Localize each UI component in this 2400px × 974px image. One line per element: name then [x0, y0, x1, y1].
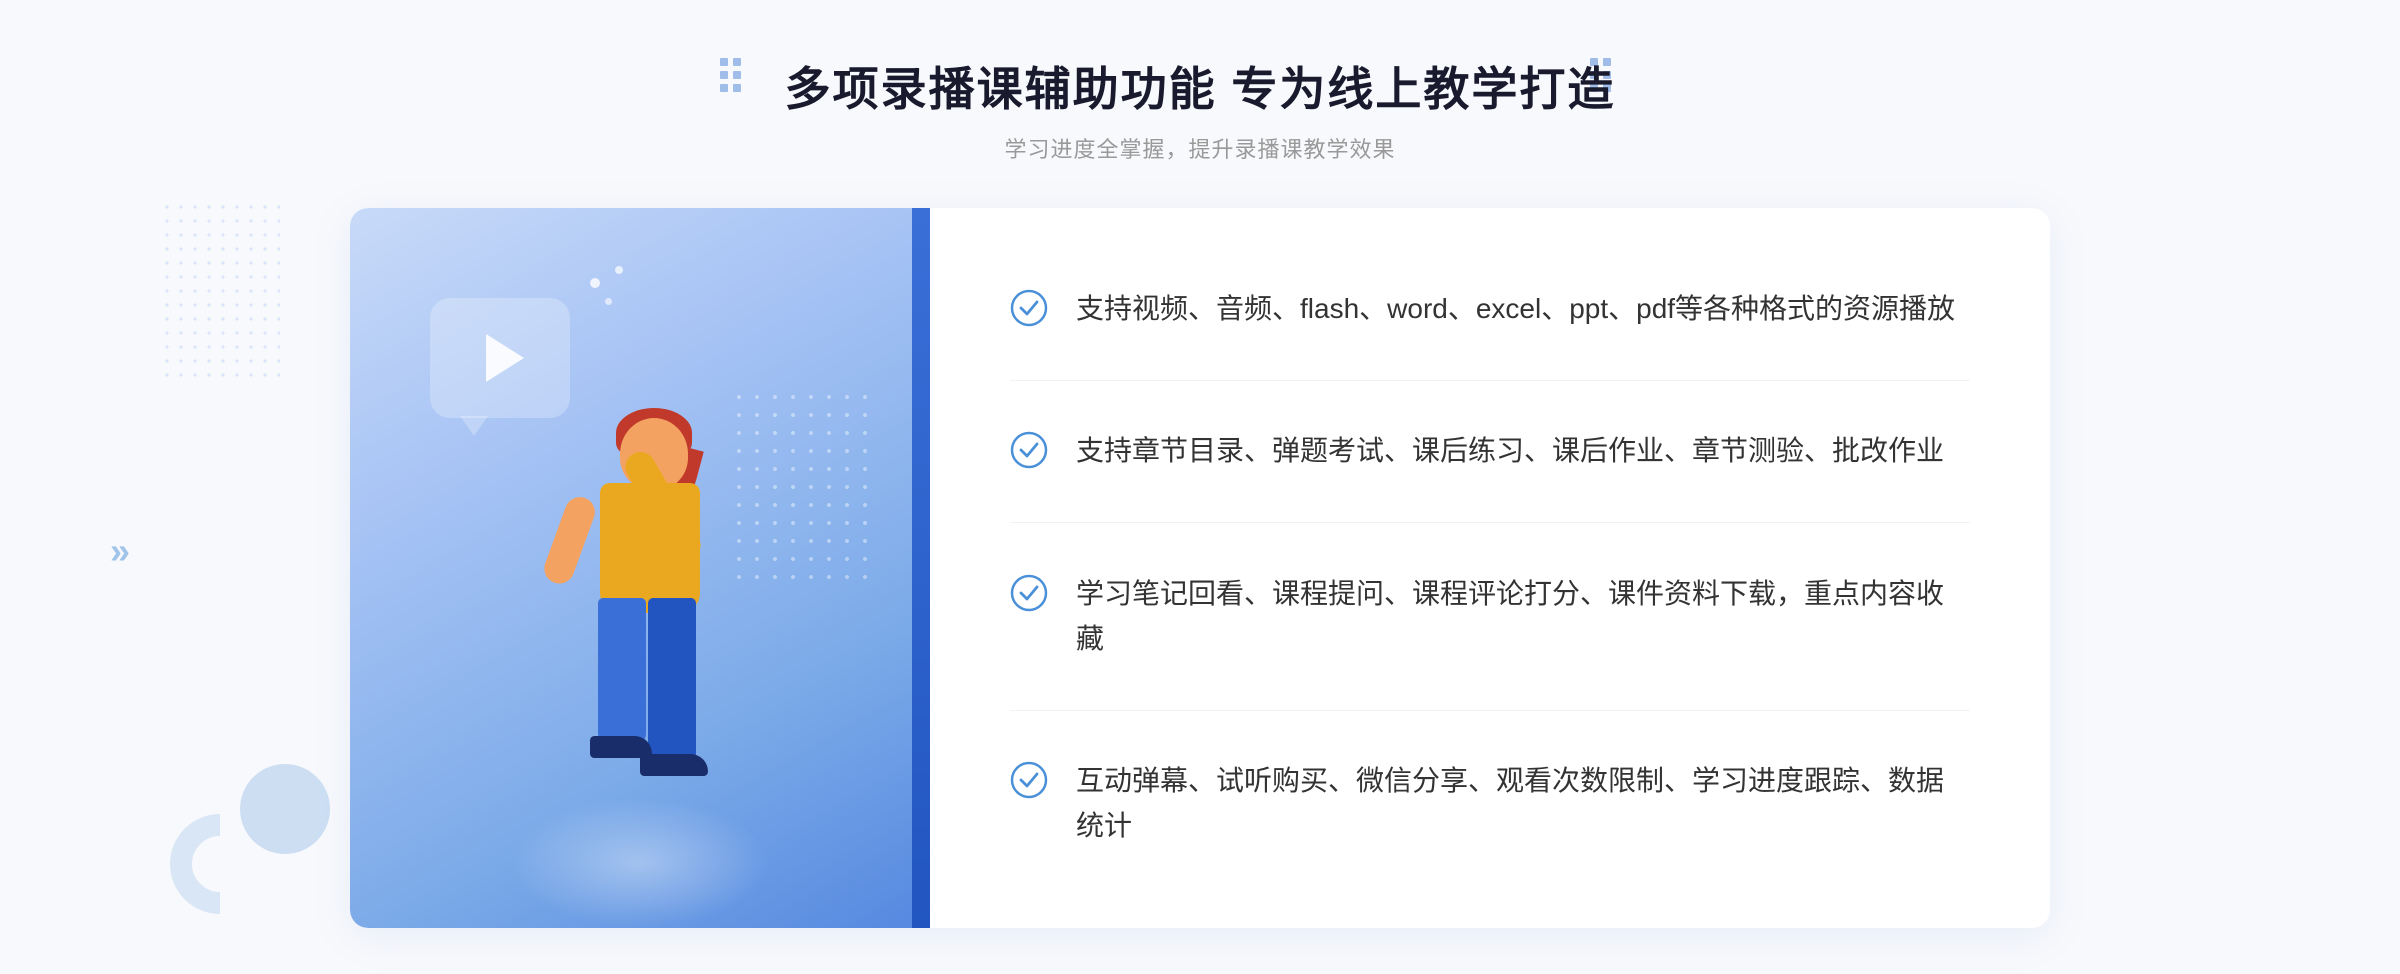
feature-item-1: 支持视频、音频、flash、word、excel、ppt、pdf等各种格式的资源…: [1010, 287, 1970, 332]
page-header: 多项录播课辅助功能 专为线上教学打造 学习进度全掌握，提升录播课教学效果: [785, 60, 1616, 164]
feature-item-2: 支持章节目录、弹题考试、课后练习、课后作业、章节测验、批改作业: [1010, 429, 1970, 474]
page-wrapper: » 多项录播课辅助功能 专为线上教学打造 学习进度全掌握，提升录播课教学效果: [0, 0, 2400, 974]
sub-title: 学习进度全掌握，提升录播课教学效果: [785, 132, 1616, 164]
main-title: 多项录播课辅助功能 专为线上教学打造: [785, 60, 1616, 120]
person-pants-right: [648, 598, 696, 768]
divider-3: [1010, 710, 1970, 711]
check-icon-4: [1010, 761, 1048, 799]
person-illustration: [490, 378, 790, 928]
illustration-panel: [350, 208, 930, 928]
person-arm-left: [540, 493, 599, 588]
sparkle-dot-1: [590, 278, 600, 288]
feature-item-4: 互动弹幕、试听购买、微信分享、观看次数限制、学习进度跟踪、数据统计: [1010, 759, 1970, 849]
divider-1: [1010, 380, 1970, 381]
check-icon-2: [1010, 431, 1048, 469]
feature-text-1: 支持视频、音频、flash、word、excel、ppt、pdf等各种格式的资源…: [1076, 287, 1955, 332]
divider-2: [1010, 522, 1970, 523]
sparkle-dot-2: [605, 298, 612, 305]
person-shoe-right: [640, 754, 708, 776]
play-triangle-icon: [486, 334, 524, 382]
person-torso: [600, 483, 700, 613]
feature-text-2: 支持章节目录、弹题考试、课后练习、课后作业、章节测验、批改作业: [1076, 429, 1944, 474]
content-card: 支持视频、音频、flash、word、excel、ppt、pdf等各种格式的资源…: [350, 208, 2050, 928]
feature-text-4: 互动弹幕、试听购买、微信分享、观看次数限制、学习进度跟踪、数据统计: [1076, 759, 1970, 849]
features-panel: 支持视频、音频、flash、word、excel、ppt、pdf等各种格式的资源…: [930, 208, 2050, 928]
chevron-left-icon: »: [110, 530, 130, 572]
feature-text-3: 学习笔记回看、课程提问、课程评论打分、课件资料下载，重点内容收藏: [1076, 572, 1970, 662]
decorative-circle-blue: [240, 764, 330, 854]
dots-decoration-left: [720, 58, 741, 92]
ground-glow: [510, 798, 770, 928]
dots-bg-left: [160, 200, 280, 380]
feature-item-3: 学习笔记回看、课程提问、课程评论打分、课件资料下载，重点内容收藏: [1010, 572, 1970, 662]
check-icon-3: [1010, 574, 1048, 612]
check-icon-1: [1010, 289, 1048, 327]
person-pants-left: [598, 598, 646, 748]
blue-accent-bar: [912, 208, 930, 928]
sparkle-dot-3: [615, 266, 623, 274]
